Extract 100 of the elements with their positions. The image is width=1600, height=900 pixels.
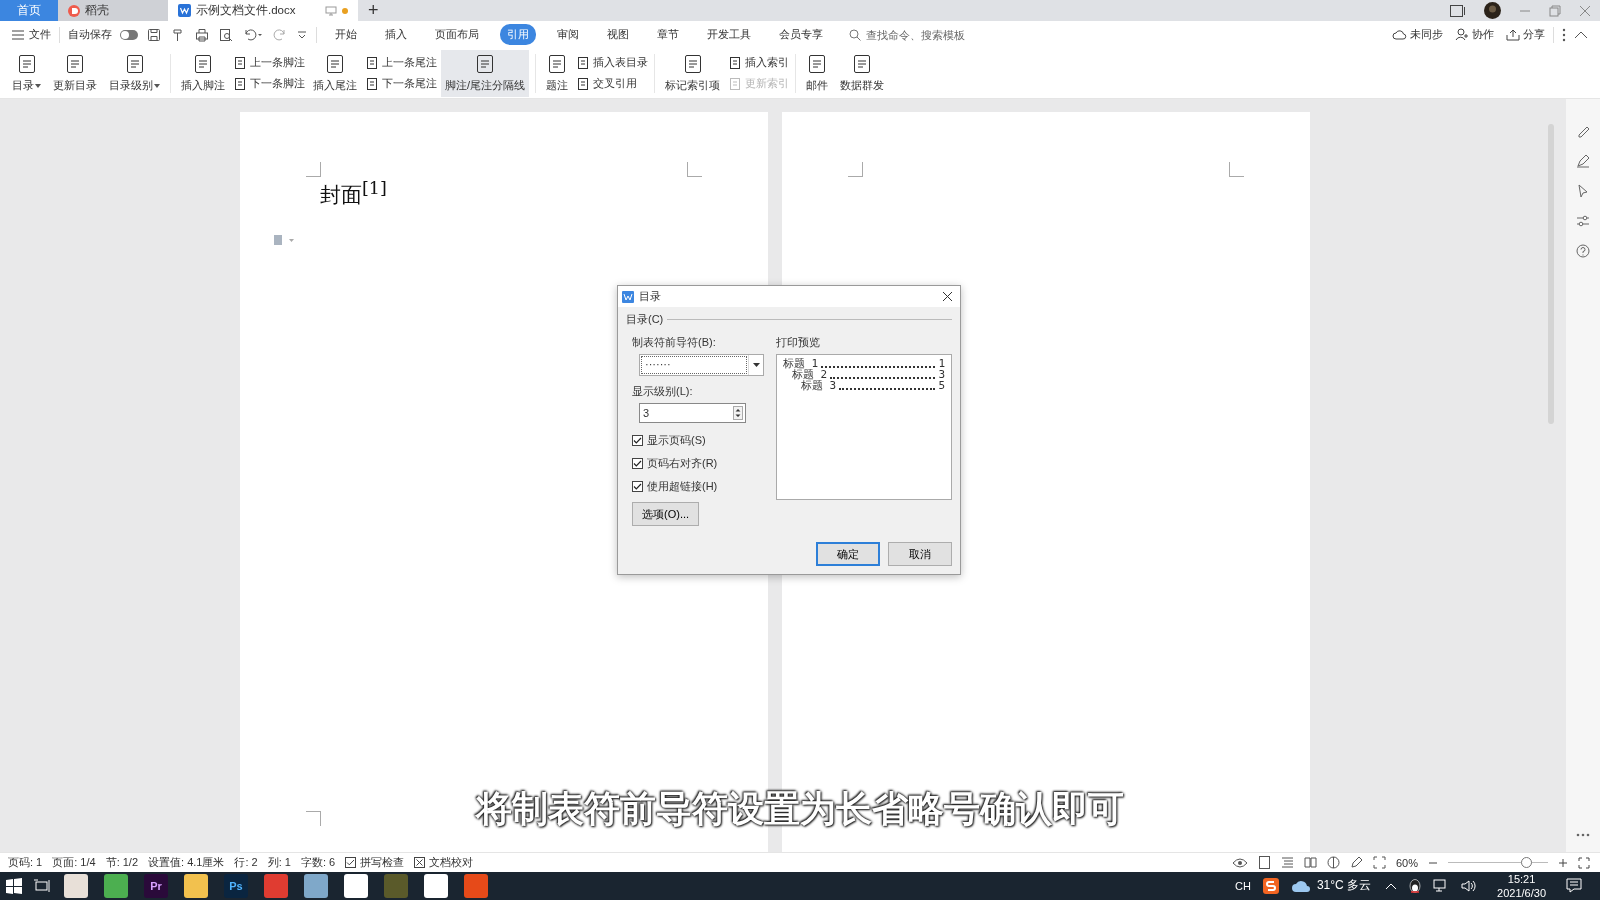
ribbon-button[interactable]: 插入尾注 <box>309 49 361 98</box>
ribbon-tab[interactable]: 页面布局 <box>428 24 486 46</box>
status-button[interactable]: 文档校对 <box>414 855 474 871</box>
document-heading: 封面$^{[1]}$ <box>320 178 387 210</box>
help-icon[interactable] <box>1576 244 1590 259</box>
field-label: 显示级别(L): <box>632 384 694 400</box>
zoom-in-icon[interactable] <box>1558 857 1568 868</box>
taskbar-app-icon[interactable]: Ps <box>224 873 248 898</box>
checkbox[interactable]: 显示页码(S) <box>632 433 762 449</box>
status-button[interactable]: 拼写检查 <box>345 855 405 871</box>
cursor-icon[interactable] <box>1576 184 1590 199</box>
taskbar-app-icon[interactable] <box>304 873 328 898</box>
cancel-button[interactable]: 取消 <box>888 542 952 567</box>
close-icon[interactable] <box>942 291 953 303</box>
leader-dropdown[interactable]: ······· <box>639 354 764 377</box>
book-view-icon[interactable] <box>1303 856 1317 870</box>
print-preview-icon[interactable] <box>219 27 233 42</box>
checkbox[interactable]: 使用超链接(H) <box>632 479 762 495</box>
taskbar-app-icon[interactable] <box>104 873 128 898</box>
weather-text[interactable]: 31°C 多云 <box>1316 877 1372 895</box>
page-number: 5 <box>938 380 945 392</box>
input-method-indicator[interactable]: CH <box>1235 879 1251 892</box>
avatar-icon[interactable] <box>1484 2 1501 20</box>
more-icon[interactable] <box>1576 833 1590 838</box>
pen-icon[interactable] <box>1349 856 1363 870</box>
ribbon-small-button[interactable]: 插入表目录 <box>576 55 649 71</box>
window-layout-icon[interactable] <box>1450 4 1466 17</box>
ribbon-small-button[interactable]: 上一条脚注 <box>233 55 305 71</box>
style-icon[interactable] <box>1576 124 1590 139</box>
format-painter-icon[interactable] <box>171 27 185 42</box>
autosave-toggle[interactable] <box>120 29 138 40</box>
ribbon-button[interactable]: 标记索引项 <box>661 49 725 98</box>
sliders-icon[interactable] <box>1576 214 1590 229</box>
ribbon-small-button[interactable]: 交叉引用 <box>576 76 649 92</box>
ribbon-tab[interactable]: 插入 <box>378 24 414 46</box>
document-tab[interactable]: 稻壳 <box>58 0 168 22</box>
notification-icon[interactable] <box>1566 878 1582 894</box>
speaker-icon[interactable] <box>1461 878 1478 893</box>
ribbon-small-button[interactable]: 插入索引 <box>728 55 790 71</box>
ok-button[interactable]: 确定 <box>816 542 880 567</box>
field-label: 制表符前导符(B): <box>632 335 717 351</box>
collaborate-button[interactable]: 协作 <box>1455 27 1494 43</box>
save-icon[interactable] <box>147 27 161 42</box>
ribbon-button[interactable]: 更新目录 <box>49 49 101 98</box>
ribbon-button[interactable]: 题注 <box>542 49 573 98</box>
clock-date[interactable]: 2021/6/30 <box>1497 885 1546 900</box>
word-doc-icon <box>178 4 191 18</box>
undo-icon[interactable] <box>243 27 263 42</box>
taskbar-app-icon[interactable] <box>424 873 448 898</box>
ribbon-button[interactable]: 目录级别 <box>105 49 164 98</box>
file-menu[interactable]: 文件 <box>12 27 51 43</box>
share-button[interactable]: 分享 <box>1506 27 1545 43</box>
ribbon-button[interactable]: 邮件 <box>802 49 833 98</box>
penguin-icon[interactable] <box>1409 878 1422 893</box>
spin-arrows-icon[interactable] <box>733 406 743 421</box>
task-view-icon[interactable] <box>34 877 50 894</box>
ribbon-button[interactable]: 目录 <box>8 49 45 98</box>
new-tab-button[interactable]: + <box>358 0 389 22</box>
ribbon-small-button[interactable]: 下一条脚注 <box>233 76 305 92</box>
ribbon-small-button[interactable]: 下一条尾注 <box>365 76 437 92</box>
ribbon-tab[interactable]: 审阅 <box>550 24 586 46</box>
collapse-ribbon-icon[interactable] <box>1574 29 1588 40</box>
ribbon-tab[interactable]: 章节 <box>650 24 686 46</box>
pen-icon[interactable] <box>1576 154 1590 169</box>
zoom-slider[interactable] <box>1448 857 1548 869</box>
eye-icon[interactable] <box>1231 856 1248 869</box>
taskbar-app-icon[interactable] <box>64 873 88 898</box>
ribbon-tab[interactable]: 视图 <box>600 24 636 46</box>
ribbon-button[interactable]: 脚注/尾注分隔线 <box>441 49 530 98</box>
status-item: 页码: 1 <box>8 855 43 871</box>
checkbox[interactable]: 页码右对齐(R) <box>632 456 762 472</box>
fullscreen-icon[interactable] <box>1578 856 1590 869</box>
options-button[interactable]: 选项(O)... <box>632 502 700 527</box>
page-view-icon[interactable] <box>1257 856 1271 870</box>
ribbon-small-button[interactable]: 上一条尾注 <box>365 55 437 71</box>
globe-icon[interactable] <box>1326 856 1340 870</box>
more-icon[interactable] <box>1562 27 1566 42</box>
checkbox-icon <box>414 857 426 869</box>
sogou-icon[interactable] <box>1262 877 1279 894</box>
ribbon-tab[interactable]: 开始 <box>328 24 364 46</box>
command-search-field[interactable]: 查找命令、搜索模板 <box>849 27 978 42</box>
sync-button[interactable]: 未同步 <box>1392 27 1443 43</box>
clock-time[interactable]: 15:21 <box>1507 871 1536 886</box>
print-icon[interactable] <box>195 27 209 42</box>
document-tab[interactable]: 示例文档文件.docx <box>168 0 358 22</box>
windows-start-icon[interactable] <box>6 877 22 894</box>
ribbon-button[interactable]: 插入脚注 <box>177 49 229 98</box>
taskbar-app-icon[interactable] <box>344 873 368 898</box>
ribbon-button[interactable]: 数据群发 <box>836 49 889 98</box>
taskbar-app-icon[interactable]: Pr <box>144 873 168 898</box>
zoom-slider-thumb[interactable] <box>1520 857 1532 869</box>
ribbon-tab[interactable]: 会员专享 <box>772 24 830 46</box>
chevron-up-icon[interactable] <box>1385 881 1398 890</box>
menu-icon <box>12 29 24 40</box>
ribbon-tab[interactable]: 开发工具 <box>700 24 758 46</box>
level-spinner[interactable]: 3 <box>639 403 746 424</box>
zoom-level[interactable]: 60% <box>1395 856 1418 869</box>
ribbon-tab[interactable]: 引用 <box>500 24 536 46</box>
document-tab[interactable]: 首页 <box>0 0 58 22</box>
taskbar-app-icon[interactable] <box>184 873 208 898</box>
